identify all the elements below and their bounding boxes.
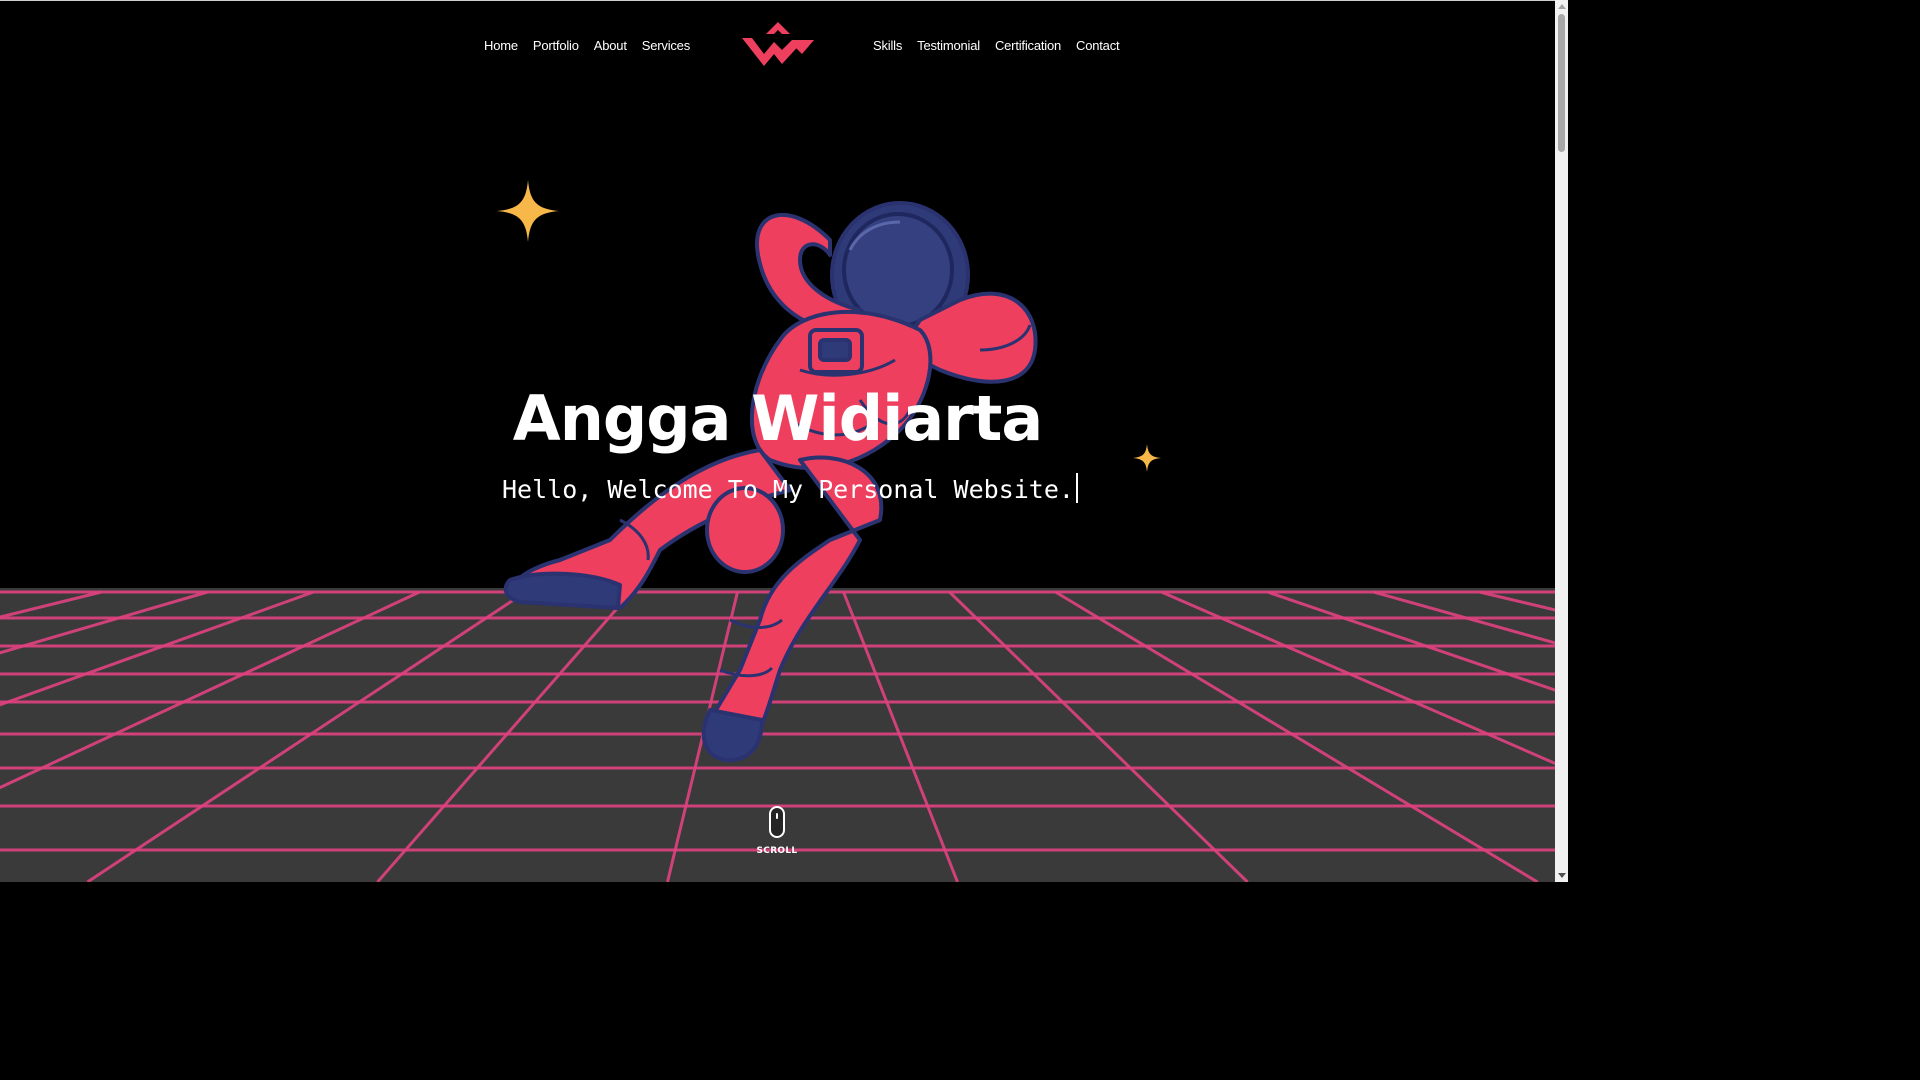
hero-title: Angga Widiarta	[512, 382, 1043, 455]
scroll-label: SCROLL	[756, 846, 798, 856]
nav-link-testimonial[interactable]: Testimonial	[917, 38, 980, 53]
scroll-down-arrow-icon[interactable]	[1558, 873, 1566, 878]
nav-link-contact[interactable]: Contact	[1076, 38, 1120, 53]
nav-link-about[interactable]: About	[594, 38, 627, 53]
nav-link-skills[interactable]: Skills	[873, 38, 902, 53]
hero-section: Home Portfolio About Services Skills Tes…	[0, 0, 1555, 882]
nav-link-portfolio[interactable]: Portfolio	[533, 38, 579, 53]
scroll-indicator[interactable]: SCROLL	[752, 806, 802, 862]
mouse-icon	[769, 806, 785, 838]
nav-link-certification[interactable]: Certification	[995, 38, 1061, 53]
nav-link-home[interactable]: Home	[484, 38, 518, 53]
nav-link-services[interactable]: Services	[642, 38, 690, 53]
hero-subtitle-line: Hello, Welcome To My Personal Website.	[502, 472, 1078, 508]
nav-left-group: Home Portfolio About Services	[484, 38, 690, 53]
hero-subtitle: Hello, Welcome To My Personal Website.	[502, 475, 1074, 504]
window-top-border	[0, 0, 1555, 1]
main-navigation: Home Portfolio About Services Skills Tes…	[0, 18, 1555, 74]
aw-chevron-logo-icon[interactable]	[742, 22, 814, 68]
scrollbar-thumb[interactable]	[1558, 14, 1565, 152]
vertical-scrollbar[interactable]	[1555, 0, 1568, 882]
scroll-up-arrow-icon[interactable]	[1558, 4, 1566, 9]
page: Home Portfolio About Services Skills Tes…	[0, 0, 1568, 882]
typing-caret	[1075, 473, 1078, 503]
nav-right-group: Skills Testimonial Certification Contact	[873, 38, 1120, 53]
mouse-wheel	[776, 813, 778, 819]
